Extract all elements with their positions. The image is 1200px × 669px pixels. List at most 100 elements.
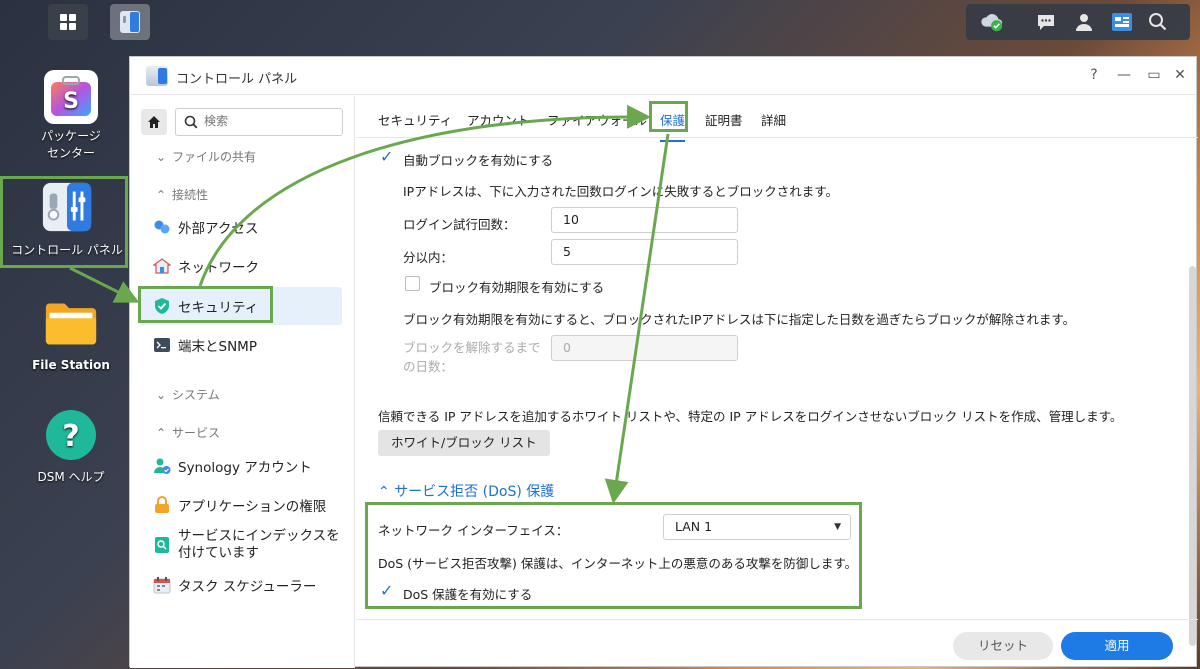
desktop-icon-label: センター (46, 146, 95, 160)
sidebar-item-synology-account[interactable]: Synology アカウント (140, 447, 342, 485)
group-file-share[interactable]: ⌄ ファイルの共有 (156, 148, 256, 165)
cloud-status-icon[interactable] (980, 10, 1004, 34)
group-label: 接続性 (172, 188, 209, 202)
sidebar-item-label: サービスにインデックスを 付けています (178, 528, 340, 562)
tab-bar: セキュリティ アカウント ファイアウォール 保護 証明書 詳細 (356, 96, 1198, 142)
block-expire-label: ブロック有効期限を有効にする (429, 280, 605, 295)
svg-text:?: ? (62, 419, 79, 454)
search-icon[interactable] (1146, 10, 1170, 34)
dos-section-header[interactable]: ⌃ サービス拒否 (DoS) 保護 (378, 481, 554, 501)
group-connectivity[interactable]: ⌃ 接続性 (156, 186, 208, 203)
system-tray (966, 4, 1190, 40)
sidebar-item-label: ネットワーク (178, 260, 259, 276)
chat-icon[interactable] (1034, 10, 1058, 34)
block-expire-description: ブロック有効期限を有効にすると、ブロックされたIPアドレスは下に指定した日数を過… (403, 312, 1076, 327)
main-menu-button[interactable] (48, 4, 88, 40)
sidebar-item-label: Synology アカウント (178, 460, 312, 476)
sidebar-item-label: タスク スケジューラー (178, 579, 317, 595)
folder-icon (44, 296, 98, 350)
indexing-icon (152, 535, 172, 555)
desktop-icon-label: DSM ヘルプ (37, 470, 105, 484)
tab-firewall[interactable]: ファイアウォール (547, 110, 647, 129)
highlight-control-panel-icon (0, 176, 128, 268)
network-icon (152, 256, 172, 276)
scrollbar[interactable] (1189, 266, 1196, 646)
package-center-icon: S (44, 70, 98, 124)
sidebar-item-network[interactable]: ネットワーク (140, 247, 342, 285)
chevron-up-icon: ⌃ (156, 188, 167, 202)
sidebar-item-label: 外部アクセス (178, 221, 259, 237)
search-icon (184, 115, 198, 129)
taskbar-control-panel-button[interactable] (110, 4, 150, 40)
block-expire-checkbox[interactable] (405, 276, 420, 291)
sidebar-item-terminal-snmp[interactable]: 端末とSNMP (140, 326, 342, 364)
sidebar: ⌄ファイルの共有 ⌃接続性 外部アクセス ネットワーク セキュリティ 端末とSN… (130, 96, 355, 668)
group-label: システム (172, 388, 220, 402)
search-input[interactable] (204, 114, 334, 128)
tab-account[interactable]: アカウント (467, 110, 530, 129)
group-system[interactable]: ⌄ システム (156, 386, 220, 403)
tab-certificate[interactable]: 証明書 (705, 110, 743, 129)
chevron-up-icon: ⌃ (378, 484, 395, 500)
label-line: 付けています (178, 545, 259, 561)
sidebar-item-indexing-service[interactable]: サービスにインデックスを 付けています (140, 525, 342, 565)
desktop-icon-dsm-help[interactable]: ? DSM ヘルプ (6, 408, 136, 486)
sidebar-search[interactable] (175, 108, 343, 136)
tab-advanced[interactable]: 詳細 (761, 110, 786, 129)
desktop-icon-label: パッケージ (41, 129, 101, 143)
unblock-days-label-line2: の日数： (403, 359, 454, 374)
external-access-icon (152, 217, 172, 237)
within-minutes-input[interactable]: 5 (551, 239, 738, 265)
highlight-security-item (138, 286, 273, 323)
footer-bar: リセット 適用 (356, 619, 1198, 668)
sidebar-item-app-privileges[interactable]: アプリケーションの権限 (140, 486, 342, 524)
group-label: ファイルの共有 (172, 150, 257, 164)
auto-block-checkbox[interactable]: ✓ (380, 149, 395, 165)
window-titlebar[interactable]: コントロール パネル ? — ▭ ✕ (130, 57, 1196, 95)
unblock-days-label: ブロックを解除するまで (403, 340, 541, 355)
sidebar-item-task-scheduler[interactable]: タスク スケジューラー (140, 566, 342, 604)
within-minutes-label: 分以内： (403, 250, 454, 265)
label-line: サービスにインデックスを (178, 528, 340, 544)
login-attempts-label: ログイン試行回数： (403, 217, 516, 232)
desktop-icon-package-center[interactable]: S パッケージ センター (6, 70, 136, 162)
lock-icon (152, 495, 172, 515)
home-button[interactable] (141, 109, 167, 135)
unblock-days-input[interactable]: 0 (551, 335, 738, 361)
chevron-up-icon: ⌃ (156, 426, 167, 440)
login-attempts-input[interactable]: 10 (551, 207, 738, 233)
sidebar-item-label: 端末とSNMP (178, 339, 257, 355)
chevron-down-icon: ⌄ (156, 388, 167, 402)
control-panel-icon (146, 66, 168, 86)
tab-security[interactable]: セキュリティ (378, 110, 452, 129)
group-services[interactable]: ⌃ サービス (156, 424, 220, 441)
minimize-button[interactable]: — (1116, 67, 1132, 83)
chevron-down-icon: ⌄ (156, 150, 167, 164)
terminal-icon (152, 335, 172, 355)
synology-account-icon (152, 456, 172, 476)
svg-text:S: S (63, 89, 79, 114)
auto-block-description: IPアドレスは、下に入力された回数ログインに失敗するとブロックされます。 (403, 184, 838, 199)
group-label: サービス (172, 426, 221, 440)
user-icon[interactable] (1072, 10, 1096, 34)
help-button[interactable]: ? (1086, 67, 1102, 83)
apply-button[interactable]: 適用 (1061, 632, 1173, 660)
close-button[interactable]: ✕ (1172, 67, 1188, 83)
desktop-icon-file-station[interactable]: File Station (6, 296, 136, 374)
control-panel-icon (120, 11, 140, 33)
sidebar-item-external-access[interactable]: 外部アクセス (140, 208, 342, 246)
window-title: コントロール パネル (176, 72, 298, 87)
allow-block-list-button[interactable]: ホワイト/ブロック リスト (378, 430, 550, 456)
section-title: サービス拒否 (DoS) 保護 (394, 484, 555, 500)
desktop-icon-label: File Station (32, 358, 110, 372)
widgets-icon[interactable] (1110, 10, 1134, 34)
auto-block-label: 自動ブロックを有効にする (403, 153, 554, 168)
help-icon: ? (44, 408, 98, 462)
calendar-icon (152, 575, 172, 595)
maximize-button[interactable]: ▭ (1146, 67, 1162, 83)
taskbar (0, 0, 1200, 44)
allow-block-description: 信頼できる IP アドレスを追加するホワイト リストや、特定の IP アドレスを… (378, 409, 1123, 424)
home-icon (148, 116, 160, 128)
grid-icon (60, 14, 76, 30)
reset-button[interactable]: リセット (953, 632, 1053, 660)
